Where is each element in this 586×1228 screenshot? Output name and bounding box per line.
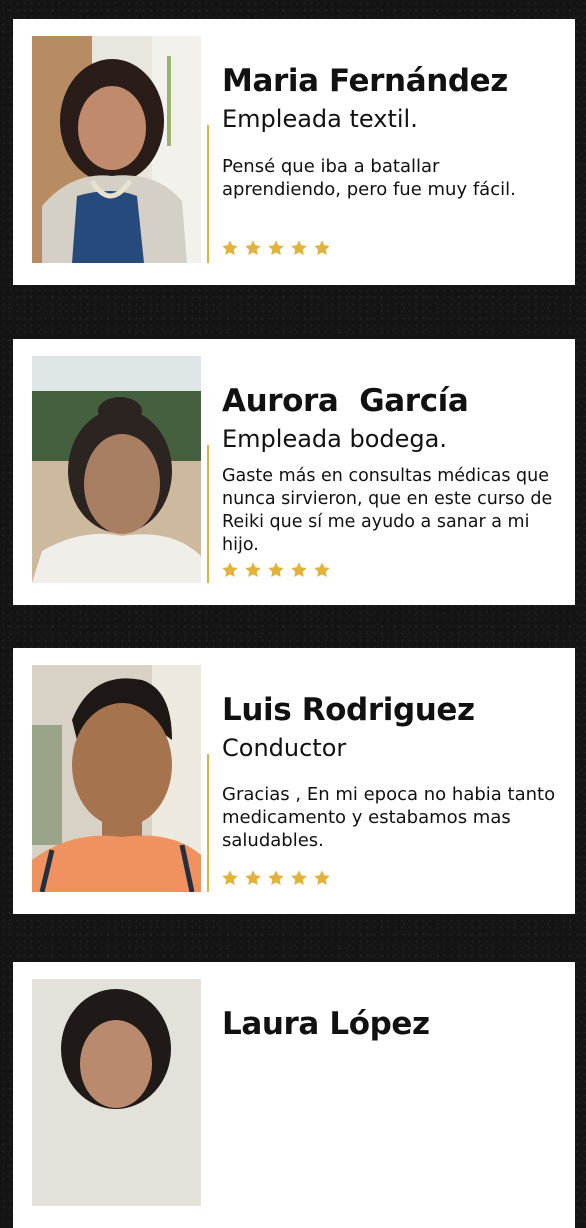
testimonial-name: Maria Fernández: [222, 63, 508, 99]
star-rating: [221, 561, 331, 579]
star-icon: [290, 239, 308, 257]
testimonial-card: Luis Rodriguez Conductor Gracias , En mi…: [13, 648, 575, 914]
star-icon: [290, 869, 308, 887]
star-icon: [313, 239, 331, 257]
testimonial-card: Aurora García Empleada bodega. Gaste más…: [13, 339, 575, 605]
avatar-photo: [32, 665, 201, 892]
star-icon: [244, 561, 262, 579]
testimonial-quote: Pensé que iba a batallar aprendiendo, pe…: [222, 156, 516, 200]
testimonial-role: Empleada bodega.: [222, 425, 447, 453]
gold-divider: [207, 125, 209, 263]
testimonial-card: Maria Fernández Empleada textil. Pensé q…: [13, 19, 575, 285]
testimonial-card: Laura López: [13, 962, 575, 1228]
avatar-photo: [32, 979, 201, 1206]
testimonial-role: Empleada textil.: [222, 105, 418, 133]
star-icon: [221, 561, 239, 579]
testimonial-quote: Gracias , En mi epoca no habia tanto med…: [222, 784, 556, 851]
testimonial-name: Aurora García: [222, 383, 469, 419]
star-rating: [221, 869, 331, 887]
testimonial-quote: Gaste más en consultas médicas que nunca…: [222, 466, 553, 555]
star-icon: [313, 869, 331, 887]
star-icon: [313, 561, 331, 579]
gold-divider: [207, 445, 209, 583]
star-icon: [244, 869, 262, 887]
star-icon: [267, 869, 285, 887]
testimonial-name: Laura López: [222, 1006, 430, 1042]
avatar-photo: [32, 36, 201, 263]
star-icon: [290, 561, 308, 579]
testimonial-name: Luis Rodriguez: [222, 692, 475, 728]
avatar-photo: [32, 356, 201, 583]
star-rating: [221, 239, 331, 257]
star-icon: [221, 869, 239, 887]
star-icon: [244, 239, 262, 257]
gold-divider: [207, 754, 209, 892]
star-icon: [267, 561, 285, 579]
testimonial-role: Conductor: [222, 734, 347, 762]
star-icon: [221, 239, 239, 257]
star-icon: [267, 239, 285, 257]
